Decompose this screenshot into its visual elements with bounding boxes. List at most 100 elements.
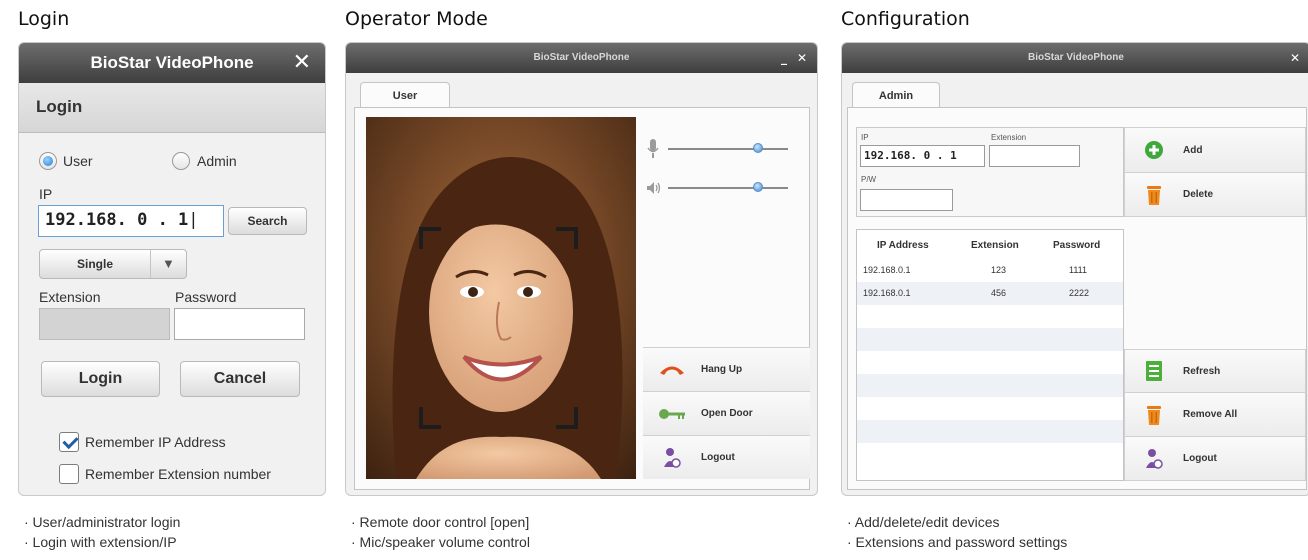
device-table: IP Address Extension Password 192.168.0.…: [856, 229, 1124, 481]
login-feature-list: · User/administrator login · Login with …: [24, 512, 180, 552]
ip-input-value: 192.168. 0 . 1: [45, 210, 189, 230]
close-icon[interactable]: ✕: [293, 43, 311, 83]
section-title-operator: Operator Mode: [345, 8, 488, 30]
config-extension-label: Extension: [991, 133, 1027, 142]
remember-ip-checkbox[interactable]: [59, 432, 79, 452]
config-logout-label: Logout: [1183, 453, 1217, 464]
user-radio-label[interactable]: User: [63, 153, 93, 169]
minimize-icon[interactable]: _: [781, 43, 787, 73]
speaker-volume-slider[interactable]: [668, 187, 788, 189]
feature-item: · Add/delete/edit devices: [847, 514, 1000, 530]
empty-row: [857, 351, 1123, 374]
cell-password: 2222: [1069, 288, 1090, 298]
mic-volume-thumb[interactable]: [753, 143, 763, 153]
empty-row: [857, 305, 1123, 328]
logout-button[interactable]: Logout: [643, 435, 810, 479]
config-password-label: P/W: [861, 175, 877, 184]
chevron-down-icon: ▼: [162, 256, 175, 271]
admin-radio[interactable]: [172, 152, 190, 170]
hang-up-button[interactable]: Hang Up: [643, 347, 810, 391]
config-ip-label: IP: [861, 133, 869, 142]
tab-admin[interactable]: Admin: [852, 82, 940, 108]
add-button[interactable]: Add: [1124, 127, 1306, 173]
hang-up-icon: [643, 348, 701, 391]
password-field[interactable]: [174, 308, 305, 340]
trash-icon: [1125, 393, 1183, 436]
operator-window: BioStar VideoPhone _ ✕ User Hang Up Open…: [345, 42, 818, 496]
login-window-title: BioStar VideoPhone: [90, 53, 254, 72]
operator-titlebar: BioStar VideoPhone _ ✕: [346, 43, 817, 73]
extension-label: Extension: [39, 289, 101, 305]
column-header-extension[interactable]: Extension: [971, 234, 1019, 257]
refresh-button[interactable]: Refresh: [1124, 349, 1306, 393]
login-button[interactable]: Login: [41, 361, 160, 397]
config-titlebar: BioStar VideoPhone ✕: [842, 43, 1308, 73]
close-icon[interactable]: ✕: [1290, 43, 1300, 73]
config-extension-field[interactable]: [989, 145, 1080, 167]
cell-extension: 456: [991, 288, 1007, 298]
section-title-config: Configuration: [841, 8, 970, 30]
empty-row: [857, 374, 1123, 397]
video-feed: [366, 117, 636, 479]
admin-radio-label[interactable]: Admin: [197, 153, 237, 169]
delete-label: Delete: [1183, 189, 1214, 200]
speaker-icon: [646, 180, 662, 194]
ip-input[interactable]: 192.168. 0 . 1|: [38, 205, 224, 237]
login-window: BioStar VideoPhone ✕ Login User Admin IP…: [18, 42, 326, 496]
config-ip-field[interactable]: 192.168. 0 . 1: [860, 145, 985, 167]
feature-item: · Mic/speaker volume control: [351, 534, 530, 550]
config-feature-list: · Add/delete/edit devices · Extensions a…: [847, 512, 1067, 552]
cell-ip: 192.168.0.1: [863, 288, 911, 298]
extension-field: [39, 308, 170, 340]
login-panel-header: Login: [19, 83, 325, 133]
close-icon[interactable]: ✕: [797, 43, 807, 73]
table-header: IP Address Extension Password: [857, 234, 1123, 257]
logout-label: Logout: [701, 452, 735, 463]
speaker-volume-thumb[interactable]: [753, 182, 763, 192]
remember-ip-label[interactable]: Remember IP Address: [85, 434, 226, 450]
table-row[interactable]: 192.168.0.1 456 2222: [857, 282, 1123, 305]
mode-select-value: Single: [76, 257, 113, 271]
refresh-label: Refresh: [1183, 365, 1221, 377]
cancel-button[interactable]: Cancel: [180, 361, 300, 397]
remove-all-label: Remove All: [1183, 409, 1238, 420]
remember-extension-label[interactable]: Remember Extension number: [85, 466, 271, 482]
section-title-login: Login: [18, 8, 70, 30]
login-panel-title: Login: [36, 97, 83, 116]
config-logout-button[interactable]: Logout: [1124, 437, 1306, 481]
feature-item: · Remote door control [open]: [351, 514, 530, 530]
feature-item: · User/administrator login: [24, 514, 181, 530]
ip-label: IP: [39, 186, 53, 202]
add-label: Add: [1183, 144, 1203, 156]
configuration-window: BioStar VideoPhone ✕ Admin IP 192.168. 0…: [841, 42, 1308, 496]
empty-row: [857, 420, 1123, 443]
config-window-title: BioStar VideoPhone: [1028, 52, 1124, 63]
login-titlebar: BioStar VideoPhone ✕: [19, 43, 325, 83]
key-icon: [643, 392, 701, 435]
remember-extension-checkbox[interactable]: [59, 464, 79, 484]
empty-row: [857, 328, 1123, 351]
operator-window-title: BioStar VideoPhone: [533, 52, 630, 63]
column-header-ip[interactable]: IP Address: [877, 234, 929, 257]
table-row[interactable]: 192.168.0.1 123 1111: [857, 259, 1123, 282]
column-header-password[interactable]: Password: [1053, 234, 1100, 257]
user-radio[interactable]: [39, 152, 57, 170]
delete-button[interactable]: Delete: [1124, 173, 1306, 217]
empty-row: [857, 443, 1123, 466]
mode-select[interactable]: Single ▼: [39, 249, 187, 279]
cell-password: 1111: [1069, 265, 1088, 275]
feature-item: · Extensions and password settings: [847, 534, 1068, 550]
open-door-button[interactable]: Open Door: [643, 391, 810, 435]
password-label: Password: [175, 289, 237, 305]
list-icon: [1125, 350, 1183, 392]
open-door-label: Open Door: [701, 408, 753, 419]
remove-all-button[interactable]: Remove All: [1124, 393, 1306, 437]
operator-feature-list: · Remote door control [open] · Mic/speak…: [351, 512, 530, 552]
add-icon: [1125, 128, 1183, 172]
caller-portrait: [366, 117, 636, 479]
config-password-field[interactable]: [860, 189, 953, 211]
feature-item: · Login with extension/IP: [24, 534, 177, 550]
mic-volume-slider[interactable]: [668, 148, 788, 150]
search-button[interactable]: Search: [228, 207, 307, 235]
tab-user[interactable]: User: [360, 82, 450, 108]
